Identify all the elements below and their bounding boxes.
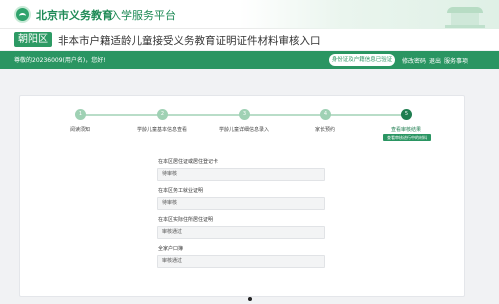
user-greeting: 尊敬的20236009(用户名)，您好! [14, 57, 106, 64]
step-3-label: 学龄儿童详细信息录入 [218, 127, 269, 133]
page-title: 非本市户籍适龄儿童接受义务教育证明证件材料审核入口 [58, 35, 321, 47]
site-subtitle: 入学服务平台 [110, 9, 176, 22]
step-1-label: 阅读须知 [69, 127, 90, 133]
step-2-label: 学龄儿童基本信息查看 [136, 127, 187, 133]
step-1-circle[interactable]: 1 [75, 109, 86, 120]
site-title: 北京市义务教育 [36, 9, 113, 22]
field-value-residence-proof: 审核通过 [157, 226, 325, 239]
district-badge: 朝阳区 [14, 32, 52, 47]
field-label-residence-permit: 在本区居住证或居住登记卡 [158, 159, 219, 165]
step-4-circle[interactable]: 4 [320, 109, 331, 120]
step-4-label: 家长预约 [314, 127, 335, 133]
page-banner: 朝阳区 非本市户籍适龄儿童接受义务教育证明证件材料审核入口 [0, 29, 499, 50]
step-5-badge[interactable]: 查看审核进行中的材料 [383, 134, 431, 141]
field-label-household-register: 全家户口簿 [158, 246, 184, 252]
field-label-residence-proof: 在本区实际住所居住证明 [158, 217, 214, 223]
step-2-circle[interactable]: 2 [157, 109, 168, 120]
logo-icon [14, 6, 31, 23]
building-icon [445, 6, 485, 28]
field-value-residence-permit: 待审核 [157, 168, 325, 181]
verification-status-button[interactable]: 身份证及户籍信息已验证 [329, 54, 395, 66]
step-5-label: 查看审核结果 [390, 127, 421, 133]
services-link[interactable]: 服务事项 [444, 56, 468, 65]
field-label-employment-proof: 在本区务工就业证明 [158, 188, 204, 194]
header-decoration [239, 0, 499, 29]
logout-link[interactable]: 退出 [429, 56, 441, 65]
field-value-employment-proof: 待审核 [157, 197, 325, 210]
step-3-circle[interactable]: 3 [239, 109, 250, 120]
change-password-link[interactable]: 修改密码 [402, 56, 426, 65]
step-5-circle[interactable]: 5 [401, 109, 412, 120]
user-navbar: 尊敬的20236009(用户名)，您好! 身份证及户籍信息已验证 修改密码 退出… [0, 51, 499, 69]
pagination-dot [248, 297, 252, 301]
site-header: 北京市义务教育 入学服务平台 [0, 0, 499, 29]
field-value-household-register: 审核通过 [157, 255, 325, 268]
